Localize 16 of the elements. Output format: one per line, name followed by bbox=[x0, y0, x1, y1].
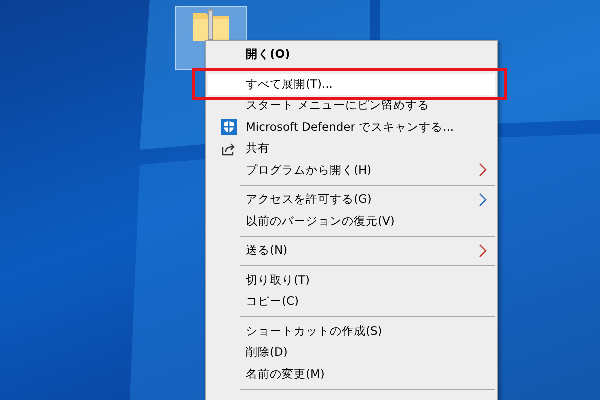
menu-item[interactable]: 以前のバージョンの復元(V) bbox=[208, 210, 495, 232]
menu-item[interactable]: ショートカットの作成(S) bbox=[208, 320, 495, 342]
menu-item[interactable]: 名前の変更(M) bbox=[208, 364, 495, 385]
menu-item[interactable]: コピー(C) bbox=[208, 291, 495, 312]
menu-item[interactable]: 切り取り(T) bbox=[208, 270, 495, 291]
menu-item[interactable]: アクセスを許可する(G) bbox=[208, 189, 495, 210]
menu-item[interactable]: プログラムから開く(H) bbox=[208, 160, 495, 181]
share-icon bbox=[221, 140, 237, 157]
menu-item[interactable]: すべて展開(T)... bbox=[208, 74, 495, 95]
menu-item[interactable]: 削除(D) bbox=[208, 342, 495, 364]
menu-item[interactable]: 共有 bbox=[208, 138, 495, 160]
menu-item[interactable]: Microsoft Defender でスキャンする... bbox=[208, 116, 495, 138]
menu-item[interactable]: 送る(N) bbox=[208, 240, 495, 262]
shield-icon bbox=[221, 119, 237, 136]
menu-item[interactable]: 開く(O) bbox=[208, 44, 495, 66]
menu-item[interactable]: スタート メニューにピン留めする bbox=[208, 95, 495, 116]
